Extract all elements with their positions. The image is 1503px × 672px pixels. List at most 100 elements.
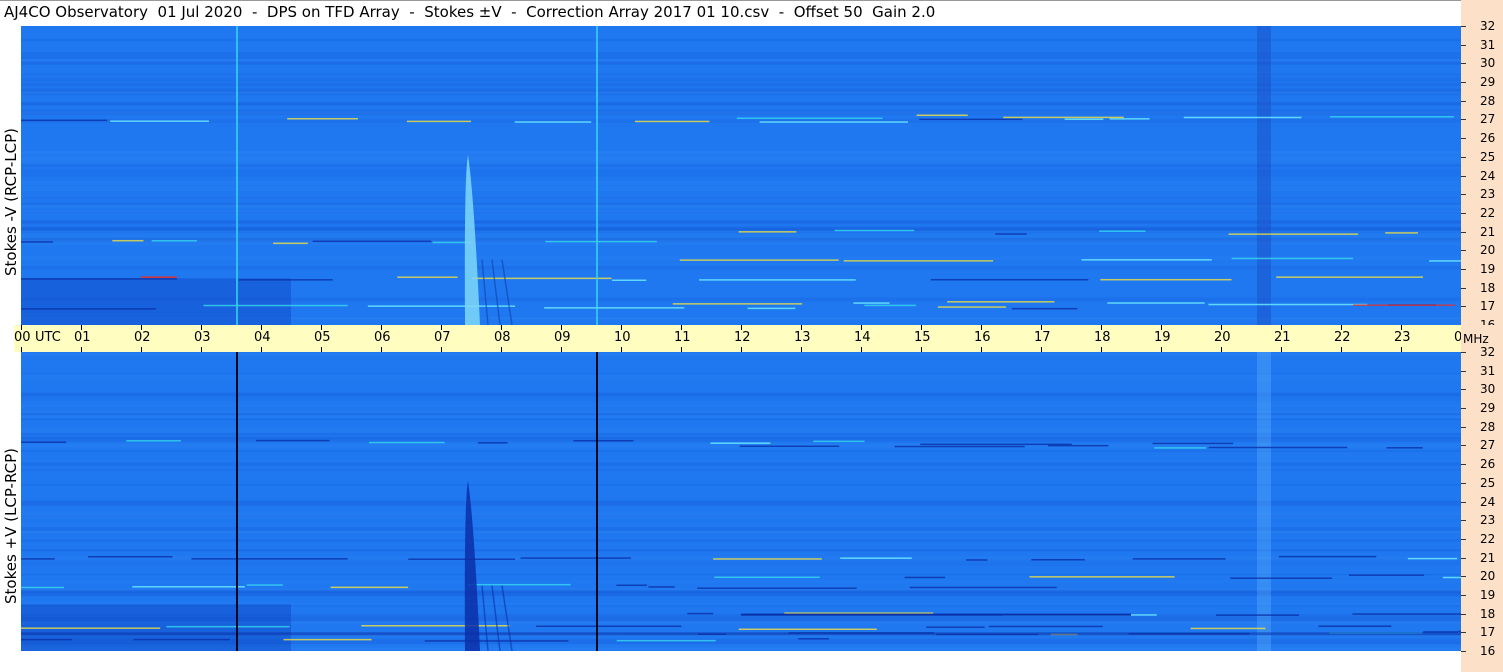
freq-tick [1461, 100, 1466, 102]
interference-line [151, 240, 198, 242]
time-tick [441, 325, 442, 330]
interference-line [545, 240, 657, 243]
interference-line [1064, 118, 1104, 121]
time-tick [381, 347, 382, 352]
time-label-hour: 13 [794, 330, 811, 345]
freq-tick [1461, 520, 1466, 522]
freq-tick-label: 31 [1480, 37, 1496, 52]
interference-line [238, 279, 333, 281]
interference-line [21, 627, 161, 629]
time-tick [861, 347, 862, 352]
spectrogram-top-svg [21, 26, 1461, 325]
time-label-hour: 19 [1154, 330, 1171, 345]
freq-tick-label: 22 [1480, 205, 1496, 220]
interference-line [1031, 558, 1085, 561]
interference-line [930, 278, 1089, 281]
interference-line [110, 120, 209, 122]
interference-line [616, 639, 716, 642]
interference-line [920, 443, 1072, 446]
time-tick [741, 347, 742, 352]
time-tick [81, 347, 82, 352]
interference-line [1029, 576, 1175, 578]
freq-tick-label: 25 [1480, 475, 1496, 490]
freq-tick-label: 17 [1480, 625, 1496, 640]
interference-line [916, 114, 968, 117]
time-tick [801, 347, 802, 352]
freq-tick-label: 28 [1480, 419, 1496, 434]
time-tick [81, 325, 82, 330]
time-tick [1161, 347, 1162, 352]
bottom-panel-ylabel: Stokes +V (LCP-RCP) [2, 448, 20, 604]
interference-line [478, 442, 508, 444]
interference-line [1215, 614, 1300, 616]
interference-line [21, 558, 55, 560]
freq-tick-label: 19 [1480, 261, 1496, 276]
spectrogram-bottom-svg [21, 352, 1461, 651]
interference-line [1107, 302, 1205, 304]
interference-line [947, 301, 1055, 303]
interference-line [406, 120, 472, 123]
freq-tick-label: 30 [1480, 56, 1496, 71]
freq-tick [1461, 26, 1466, 27]
interference-line [1385, 232, 1418, 234]
interference-line [894, 445, 1025, 448]
interference-line [995, 233, 1027, 235]
freq-tick-label: 29 [1480, 75, 1496, 90]
time-label-hour: 18 [1094, 330, 1111, 345]
interference-line [1231, 257, 1354, 260]
time-tick [981, 347, 982, 352]
freq-tick [1461, 464, 1466, 466]
time-tick [1161, 325, 1162, 330]
freq-tick [1461, 287, 1466, 289]
freq-tick [1461, 576, 1466, 578]
time-tick [1281, 325, 1282, 330]
time-tick [441, 347, 442, 352]
interference-line [648, 586, 675, 588]
time-tick [501, 325, 502, 330]
interference-line [926, 626, 985, 628]
interference-line [1278, 555, 1377, 558]
interference-line [1318, 625, 1392, 627]
interference-line [246, 584, 283, 586]
freq-tick-label: 18 [1480, 280, 1496, 295]
freq-tick [1461, 119, 1466, 121]
interference-line [834, 229, 915, 232]
time-tick [201, 347, 202, 352]
interference-line [536, 625, 682, 628]
freq-tick [1461, 306, 1466, 308]
interference-line [738, 628, 877, 631]
time-label-hour: 05 [314, 330, 331, 345]
interference-line [813, 440, 865, 443]
interference-line [408, 558, 515, 560]
interference-line [1386, 447, 1423, 449]
time-tick [141, 347, 142, 352]
freq-tick [1461, 44, 1466, 46]
interference-line [843, 260, 994, 262]
freq-tick [1461, 175, 1466, 177]
interference-line [367, 305, 516, 307]
interference-line [273, 242, 308, 245]
interference-line [133, 638, 230, 641]
interference-line [88, 556, 173, 558]
interference-line [1276, 276, 1424, 278]
freq-tick [1461, 426, 1466, 428]
time-tick [561, 347, 562, 352]
time-tick [201, 325, 202, 330]
interference-red-line [1353, 304, 1455, 306]
interference-line [283, 638, 372, 641]
freq-tick [1461, 352, 1466, 353]
interference-line [21, 586, 65, 589]
interference-line [864, 304, 916, 307]
interference-line [714, 576, 820, 579]
time-label-hour: 12 [734, 330, 751, 345]
interference-line [1442, 576, 1461, 579]
interference-line [1048, 444, 1109, 447]
interference-line [361, 624, 510, 627]
freq-tick [1461, 613, 1466, 615]
freq-tick [1461, 231, 1466, 233]
interference-line [166, 625, 290, 628]
heatmap-low-freq-region [21, 278, 291, 325]
interference-line [1330, 116, 1454, 118]
interference-line [747, 307, 796, 310]
time-tick [861, 325, 862, 330]
